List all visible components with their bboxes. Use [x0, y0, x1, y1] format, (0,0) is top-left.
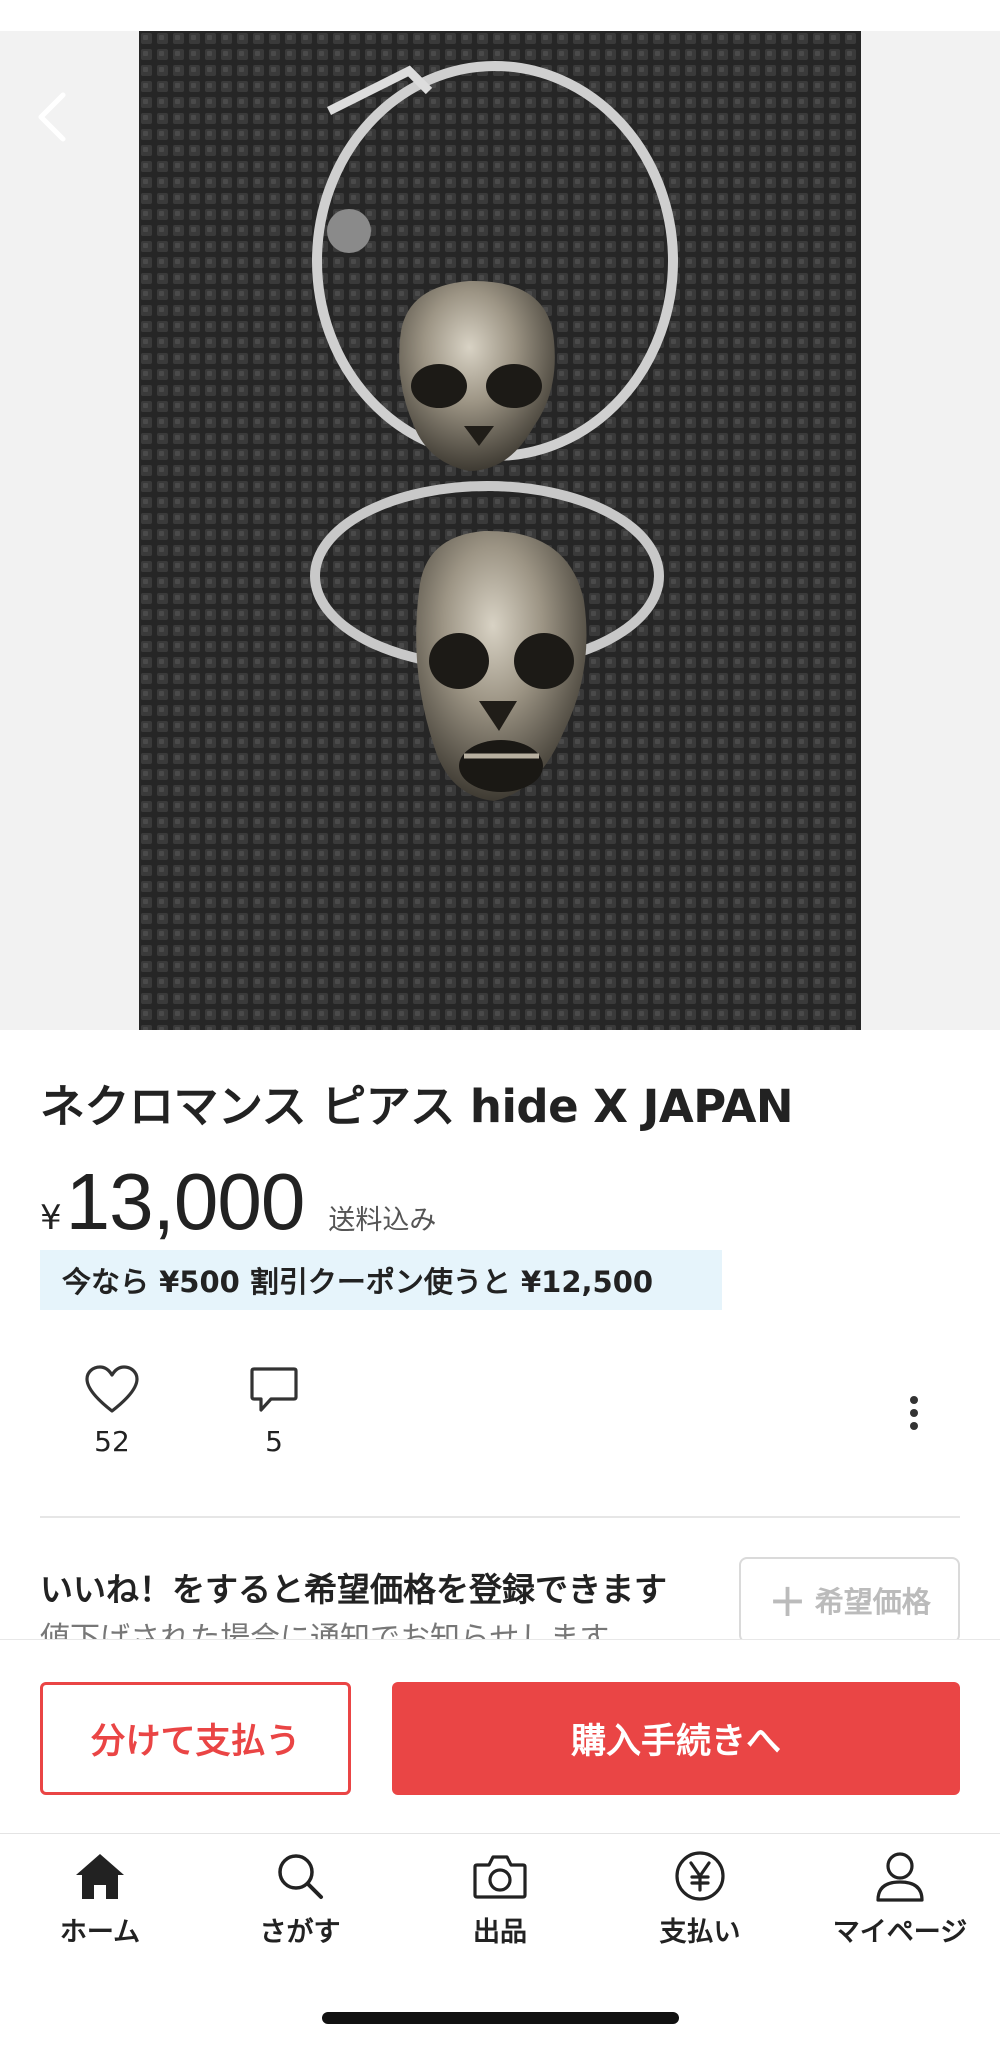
likes-count: 52 [94, 1425, 130, 1458]
nav-label-home: ホーム [59, 1917, 141, 1948]
nav-label-sell: 出品 [473, 1917, 527, 1948]
wish-price-button[interactable]: + 希望価格 [739, 1557, 960, 1643]
wish-price-title: いいね！をすると希望価格を登録できます [40, 1570, 667, 1609]
product-title: ネクロマンス ピアス hide X JAPAN [40, 1080, 794, 1133]
status-bar-area [0, 0, 1000, 31]
shipping-note: 送料込み [328, 1205, 437, 1236]
back-button[interactable] [26, 89, 76, 149]
more-vertical-icon [909, 1395, 919, 1435]
chevron-left-icon [35, 91, 67, 147]
home-icon [73, 1846, 127, 1906]
coupon-banner[interactable]: 今なら ¥500 割引クーポン使うと ¥12,500 [40, 1250, 722, 1310]
home-indicator [322, 2012, 679, 2024]
person-icon [874, 1846, 926, 1906]
skull-earring-image [139, 31, 861, 1030]
nav-label-payment: 支払い [659, 1917, 741, 1948]
nav-item-search[interactable]: さがす [200, 1846, 400, 1956]
nav-label-search: さがす [259, 1917, 341, 1948]
yen-icon [674, 1846, 726, 1906]
comment-icon [249, 1365, 299, 1419]
more-options-button[interactable] [894, 1385, 934, 1445]
wish-price-subtitle: 値下げされた場合に通知でお知らせします [40, 1621, 610, 1639]
nav-item-home[interactable]: ホーム [0, 1846, 200, 1956]
currency-symbol: ¥ [40, 1198, 62, 1238]
section-divider [40, 1516, 960, 1518]
purchase-button[interactable]: 購入手続きへ [392, 1682, 960, 1795]
product-price: 13,000 [65, 1157, 306, 1246]
comments-count: 5 [265, 1425, 283, 1458]
nav-label-mypage: マイページ [832, 1917, 968, 1948]
wish-price-button-label: 希望価格 [814, 1585, 931, 1619]
nav-divider [0, 1833, 1000, 1834]
plus-icon: + [768, 1573, 807, 1627]
like-button[interactable]: 52 [67, 1365, 157, 1458]
nav-item-sell[interactable]: 出品 [400, 1846, 600, 1956]
comment-button[interactable]: 5 [229, 1365, 319, 1458]
camera-icon [473, 1846, 527, 1906]
bottom-nav: ホーム さがす 出品 支払い マイページ [0, 1846, 1000, 1956]
nav-item-mypage[interactable]: マイページ [800, 1846, 1000, 1956]
product-image-area[interactable] [0, 31, 1000, 1030]
product-photo[interactable] [139, 31, 861, 1030]
split-payment-button[interactable]: 分けて支払う [40, 1682, 351, 1795]
heart-icon [84, 1365, 140, 1419]
search-icon [275, 1846, 325, 1906]
nav-item-payment[interactable]: 支払い [600, 1846, 800, 1956]
price-row: ¥ 13,000 送料込み [40, 1162, 436, 1242]
